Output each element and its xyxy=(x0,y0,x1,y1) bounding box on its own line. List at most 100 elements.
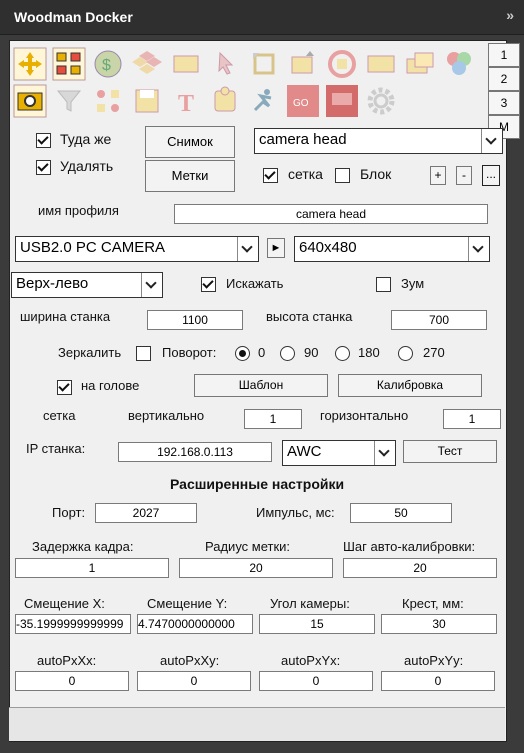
offset-y-input[interactable]: 4.7470000000000 xyxy=(137,614,253,634)
grid-squares-icon[interactable] xyxy=(52,47,86,81)
mode-value: AWC xyxy=(287,443,322,460)
camera-device-select[interactable]: USB2.0 PC CAMERA xyxy=(15,236,259,262)
save-disk-icon[interactable] xyxy=(130,84,164,118)
tuda-zhe-label: Туда же xyxy=(60,131,112,147)
gear-icon[interactable] xyxy=(364,84,398,118)
expand-icon[interactable]: » xyxy=(506,7,514,23)
title-bar: Woodman Docker » xyxy=(0,0,524,35)
calibration-button[interactable]: Калибровка xyxy=(338,374,482,397)
machine-height-label: высота станка xyxy=(266,309,353,324)
grid-label: сетка xyxy=(288,166,323,182)
status-bar xyxy=(9,707,505,741)
tools-icon[interactable] xyxy=(91,84,125,118)
mark-radius-input[interactable]: 20 xyxy=(179,558,333,578)
vertical-label: вертикально xyxy=(128,408,205,423)
camera-select-value: camera head xyxy=(259,131,347,148)
offset-x-input[interactable]: -35.1999999999999 xyxy=(15,614,131,634)
snapshot-button[interactable]: Снимок xyxy=(145,126,235,158)
ip-input[interactable]: 192.168.0.113 xyxy=(118,442,272,462)
rotate-circle-icon[interactable] xyxy=(325,47,359,81)
delete-label: Удалять xyxy=(60,158,114,174)
marks-button[interactable]: Метки xyxy=(145,160,235,192)
delete-checkbox[interactable] xyxy=(36,160,51,175)
chevron-down-icon xyxy=(141,273,162,297)
machine-width-input[interactable]: 1100 xyxy=(147,310,243,330)
mark-radius-label: Радиус метки: xyxy=(205,539,291,554)
more-button[interactable]: ... xyxy=(482,165,500,186)
rotation-option-0: 0 xyxy=(258,345,266,360)
chevron-down-icon xyxy=(237,237,258,261)
on-head-checkbox[interactable] xyxy=(57,380,72,395)
mode-select[interactable]: AWC xyxy=(282,440,396,466)
block-checkbox[interactable] xyxy=(335,168,350,183)
corner-select[interactable]: Верх-лево xyxy=(11,272,163,298)
horizontal-input[interactable]: 1 xyxy=(443,409,501,429)
funnel-icon[interactable] xyxy=(52,84,86,118)
autopxxy-label: autoPxXy: xyxy=(160,653,220,668)
resize-height-icon[interactable] xyxy=(286,47,320,81)
rectangle-icon[interactable] xyxy=(169,47,203,81)
chevron-down-icon xyxy=(481,129,502,153)
move-arrows-icon[interactable] xyxy=(13,47,47,81)
grid-red-2-icon[interactable] xyxy=(325,84,359,118)
tab-3[interactable]: 3 xyxy=(488,91,520,115)
frame-delay-input[interactable]: 1 xyxy=(15,558,169,578)
offset-x-label: Смещение X: xyxy=(24,596,105,611)
camera-angle-input[interactable]: 15 xyxy=(259,614,375,634)
rectangle-outline-icon[interactable] xyxy=(364,47,398,81)
text-t-icon[interactable]: T xyxy=(169,84,203,118)
offset-y-label: Смещение Y: xyxy=(147,596,228,611)
zoom-checkbox[interactable] xyxy=(376,277,391,292)
port-label: Порт: xyxy=(52,505,86,520)
rotate-frame-icon[interactable] xyxy=(247,47,281,81)
port-input[interactable]: 2027 xyxy=(95,503,197,523)
grid-red-icon[interactable]: GO xyxy=(286,84,320,118)
tab-2[interactable]: 2 xyxy=(488,67,520,91)
frame-delay-label: Задержка кадра: xyxy=(32,539,134,554)
cursor-pointer-icon[interactable] xyxy=(208,47,242,81)
svg-text:T: T xyxy=(178,91,194,117)
tiles-icon[interactable] xyxy=(130,47,164,81)
camera-select[interactable]: camera head xyxy=(254,128,503,154)
test-button[interactable]: Тест xyxy=(403,440,497,463)
camera-icon[interactable] xyxy=(13,84,47,118)
pulse-label: Импульс, мс: xyxy=(256,505,335,520)
puzzle-icon[interactable] xyxy=(208,84,242,118)
autopxxy-input[interactable]: 0 xyxy=(137,671,251,691)
autopxyy-input[interactable]: 0 xyxy=(381,671,495,691)
plus-button[interactable]: + xyxy=(430,166,446,185)
resolution-select[interactable]: 640x480 xyxy=(294,236,490,262)
resolution-value: 640x480 xyxy=(299,239,357,256)
rotation-radio-180[interactable] xyxy=(335,346,350,361)
machine-width-label: ширина станка xyxy=(20,309,111,324)
machine-height-input[interactable]: 700 xyxy=(391,310,487,330)
color-wheel-icon[interactable] xyxy=(442,47,476,81)
autopxxx-input[interactable]: 0 xyxy=(15,671,129,691)
runner-icon[interactable] xyxy=(247,84,281,118)
auto-calibration-step-input[interactable]: 20 xyxy=(343,558,497,578)
pulse-input[interactable]: 50 xyxy=(350,503,452,523)
template-button[interactable]: Шаблон xyxy=(194,374,328,397)
camera-device-value: USB2.0 PC CAMERA xyxy=(20,239,166,256)
vertical-input[interactable]: 1 xyxy=(244,409,302,429)
minus-button[interactable]: - xyxy=(456,166,472,185)
autopxyx-input[interactable]: 0 xyxy=(259,671,373,691)
rotation-radio-270[interactable] xyxy=(398,346,413,361)
mirror-checkbox[interactable] xyxy=(136,346,151,361)
rotation-option-270: 270 xyxy=(423,345,445,360)
distort-checkbox[interactable] xyxy=(201,277,216,292)
profile-name-input[interactable]: camera head xyxy=(174,204,488,224)
advanced-settings-heading: Расширенные настройки xyxy=(170,476,345,492)
tab-1[interactable]: 1 xyxy=(488,43,520,67)
dollar-coin-icon[interactable]: $ xyxy=(91,47,125,81)
rotation-radio-0[interactable] xyxy=(235,346,250,361)
rotation-radio-90[interactable] xyxy=(280,346,295,361)
tuda-zhe-checkbox[interactable] xyxy=(36,133,51,148)
grid-checkbox[interactable] xyxy=(263,168,278,183)
play-button[interactable]: ► xyxy=(267,238,285,258)
block-label: Блок xyxy=(360,166,392,182)
svg-text:$: $ xyxy=(102,57,111,74)
auto-calibration-step-label: Шаг авто-калибровки: xyxy=(343,539,476,554)
layers-icon[interactable] xyxy=(403,47,437,81)
cross-input[interactable]: 30 xyxy=(381,614,497,634)
